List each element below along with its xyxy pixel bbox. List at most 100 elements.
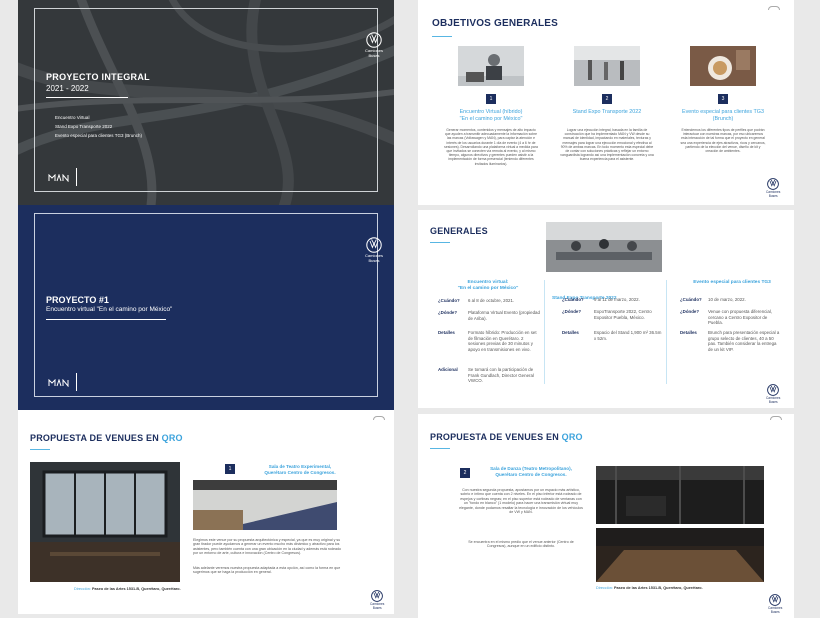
venue-text: Más adelante veremos nuestra propuesta a… xyxy=(193,566,341,575)
man-logo-icon xyxy=(48,174,69,182)
address-line: Dirección: Paseo de las Artes 1531-B, Qu… xyxy=(596,586,703,590)
vw-logo: Camiones Buses xyxy=(766,384,780,404)
address-text: Paseo de las Artes 1531-B, Querétaro, Qu… xyxy=(613,586,703,590)
row-value: Espacio del Stand 1,900 m² 36.5m x 52m. xyxy=(594,330,662,341)
number-badge: 3 xyxy=(718,94,728,104)
project-title: PROYECTO #1 xyxy=(46,295,109,305)
slide-venue-2: PROPUESTA DE VENUES EN QRO 2 Sala de Dan… xyxy=(418,414,794,618)
number-badge: 2 xyxy=(602,94,612,104)
cover-item: Stand Expo Transporte 2022 xyxy=(55,124,113,129)
slide-proyecto-1: PROYECTO #1 Encuentro virtual "En el cam… xyxy=(18,205,394,410)
cover-frame xyxy=(34,8,378,192)
slide-title: PROPUESTA DE VENUES EN QRO xyxy=(430,432,583,442)
objective-text: Generar momentos, contenidos y mensajes … xyxy=(444,128,538,166)
venue-text: Se encuentra en el mismo predio que el v… xyxy=(468,540,574,549)
logo-separator xyxy=(76,373,77,391)
slide-objetivos: OBJETIVOS GENERALES 1 2 3 Encuentro Virt… xyxy=(418,0,794,205)
row-value: Plataforma Virtual Evento (propiedad de … xyxy=(468,310,540,321)
address-label: Dirección: xyxy=(74,587,91,591)
row-label: ¿Cuándo? xyxy=(438,298,460,303)
row-label: ¿Cuándo? xyxy=(680,297,702,302)
col-heading: Evento especial para clientes TG3 xyxy=(693,280,771,285)
row-label: Detalles xyxy=(438,330,455,335)
photo-meeting xyxy=(546,222,662,272)
photo-teatro-experimental xyxy=(30,462,180,582)
cover-title: PROYECTO INTEGRAL xyxy=(46,72,150,82)
number-badge: 1 xyxy=(225,464,235,474)
objective-heading: Evento especial para clientes TG3 (Brunc… xyxy=(681,109,764,122)
cover-divider xyxy=(46,97,128,98)
col-heading: Encuentro virtual: "En el camino por Méx… xyxy=(457,280,519,291)
row-value: Formato híbrido: Producción en set de fi… xyxy=(468,330,537,352)
vw-emblem-icon xyxy=(767,384,780,396)
vw-logo: Camiones Buses xyxy=(365,237,383,263)
title-main: PROPUESTA DE VENUES EN xyxy=(430,432,562,442)
logo-separator xyxy=(76,168,77,186)
col-divider xyxy=(544,280,545,384)
brand-line: Buses xyxy=(372,606,382,610)
slide-cover-integral: PROYECTO INTEGRAL 2021 - 2022 Encuentro … xyxy=(18,0,394,205)
brand-line: Buses xyxy=(368,53,380,58)
row-label: ¿Dónde? xyxy=(562,309,582,314)
vw-emblem-icon xyxy=(366,237,382,253)
photo-sala-danza-floor xyxy=(596,528,764,582)
number-badge: 1 xyxy=(486,94,496,104)
number-badge: 2 xyxy=(460,468,470,478)
cover-frame xyxy=(34,213,378,397)
brand-line: Buses xyxy=(768,194,778,198)
slide-venue-1: PROPUESTA DE VENUES EN QRO Dirección: Pa… xyxy=(18,410,394,614)
photo-businessman xyxy=(458,46,524,86)
photo-brunch xyxy=(690,46,756,86)
man-outline-icon xyxy=(768,6,780,10)
title-rule xyxy=(430,448,450,449)
row-label: Adicional xyxy=(438,367,458,372)
row-value: 6 al 8 de octubre, 2021. xyxy=(468,298,515,303)
title-accent: QRO xyxy=(161,433,183,443)
cover-years: 2021 - 2022 xyxy=(46,84,89,93)
photo-sala-danza-upper xyxy=(596,466,764,524)
project-subtitle: Encuentro virtual "En el camino por Méxi… xyxy=(46,306,173,313)
photo-expo xyxy=(574,46,640,86)
row-value: Venue con propuesta diferencial, cercano… xyxy=(708,309,772,325)
objective-heading: Encuentro Virtual (híbrido) "En el camin… xyxy=(459,109,523,122)
man-outline-icon xyxy=(373,416,385,420)
cover-item: Evento especial para clientes TG3 (Brunc… xyxy=(55,133,142,138)
row-value: 9 al 11 de marzo, 2022. xyxy=(594,297,640,302)
vw-logo: Camiones Buses xyxy=(766,178,780,198)
photo-teatro-seats xyxy=(193,480,337,530)
slide-title: PROPUESTA DE VENUES EN QRO xyxy=(30,433,183,443)
venue-heading: Sala de Teatro Experimental, Querétaro C… xyxy=(264,464,336,475)
row-label: Detalles xyxy=(562,330,579,335)
vw-logo: Camiones Buses xyxy=(768,594,782,614)
man-outline-icon xyxy=(770,416,782,420)
slide-title: OBJETIVOS GENERALES xyxy=(432,18,559,29)
objective-heading: Stand Expo Transporte 2022 xyxy=(572,109,642,115)
objective-text: Lograr una ejecución integral, basada en… xyxy=(560,128,654,162)
col-divider xyxy=(666,280,667,384)
vw-logo: Camiones Buses xyxy=(365,32,383,58)
brand-line: Buses xyxy=(768,400,778,404)
man-logo-icon xyxy=(48,379,69,387)
vw-emblem-icon xyxy=(366,32,382,48)
venue-text: Con nuestra segunda propuesta, apostamos… xyxy=(459,488,583,515)
row-label: ¿Dónde? xyxy=(680,309,700,314)
vw-emblem-icon xyxy=(371,590,384,602)
address-line: Dirección: Paseo de las Artes 1531-B, Qu… xyxy=(74,587,181,591)
title-rule xyxy=(432,36,452,37)
vw-emblem-icon xyxy=(769,594,782,606)
slide-generales: GENERALES Encuentro virtual: "En el cami… xyxy=(418,210,794,408)
row-value: 10 de marzo, 2022. xyxy=(708,297,746,302)
objective-text: Entendemos los diferentes tipos de perfi… xyxy=(680,128,766,154)
row-label: Detalles xyxy=(680,330,697,335)
row-value: Brunch para presentación especial a grup… xyxy=(708,330,780,352)
venue-heading: Sala de Danza (Teatro Metropolitano), Qu… xyxy=(490,466,572,477)
slide-title: GENERALES xyxy=(430,226,488,236)
row-value: ExpoTransporte 2022, Centro Expositor Pu… xyxy=(594,309,652,320)
vw-logo: Camiones Buses xyxy=(370,590,384,610)
row-value: Se tomará con la participación de Frank … xyxy=(468,367,534,383)
brand-line: Buses xyxy=(368,258,380,263)
venue-text: Elegimos este venue por su propuesta arq… xyxy=(193,538,342,556)
title-rule xyxy=(30,449,50,450)
row-label: ¿Cuándo? xyxy=(562,297,584,302)
address-label: Dirección: xyxy=(596,586,613,590)
